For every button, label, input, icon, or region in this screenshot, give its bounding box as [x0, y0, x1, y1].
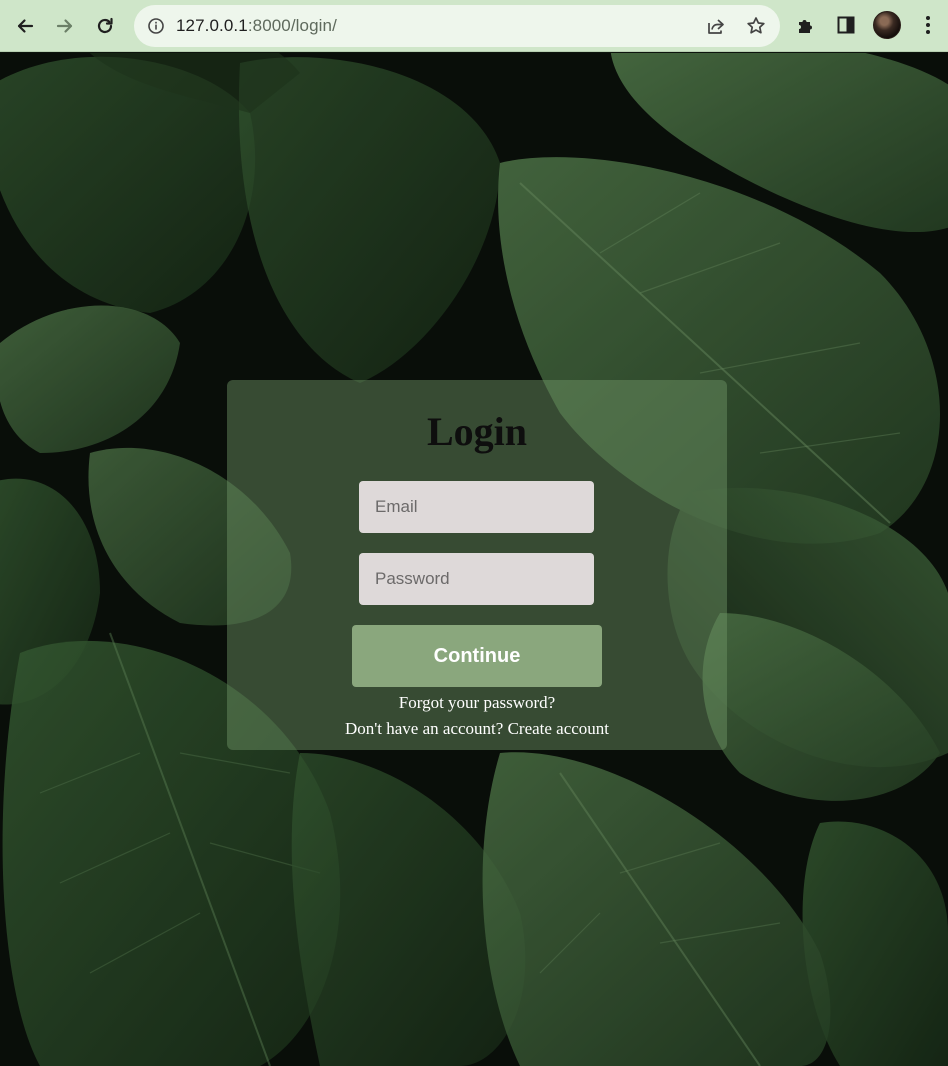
browser-toolbar: 127.0.0.1:8000/login/ — [0, 0, 948, 52]
bookmark-star-icon[interactable] — [744, 14, 768, 38]
share-icon[interactable] — [704, 14, 728, 38]
create-account-row: Don't have an account? Create account — [227, 719, 727, 739]
no-account-prompt: Don't have an account? — [344, 719, 504, 738]
site-info-icon[interactable] — [146, 16, 166, 36]
side-panel-icon[interactable] — [833, 12, 859, 38]
back-arrow-icon — [17, 19, 34, 33]
extensions-puzzle-icon[interactable] — [793, 12, 819, 38]
browser-menu-icon[interactable] — [915, 12, 941, 38]
forgot-password-row: Forgot your password? — [227, 693, 727, 713]
forgot-password-link[interactable]: Forgot your password? — [399, 693, 555, 712]
address-url[interactable]: 127.0.0.1:8000/login/ — [176, 16, 337, 36]
email-input[interactable] — [359, 481, 594, 533]
url-path: :8000/login/ — [247, 16, 337, 35]
login-page: Login Continue Forgot your password? Don… — [0, 53, 948, 1066]
reload-icon — [97, 17, 113, 34]
continue-button[interactable]: Continue — [352, 625, 602, 687]
profile-avatar[interactable] — [873, 11, 901, 39]
url-host: 127.0.0.1 — [176, 16, 248, 35]
back-button[interactable] — [9, 10, 41, 42]
forward-arrow-icon — [56, 19, 73, 33]
address-bar[interactable]: 127.0.0.1:8000/login/ — [134, 5, 780, 47]
login-card: Login Continue Forgot your password? Don… — [227, 380, 727, 750]
reload-button[interactable] — [89, 10, 121, 42]
create-account-link[interactable]: Create account — [508, 719, 609, 738]
login-title: Login — [426, 409, 528, 454]
forward-button[interactable] — [49, 10, 81, 42]
password-input[interactable] — [359, 553, 594, 605]
